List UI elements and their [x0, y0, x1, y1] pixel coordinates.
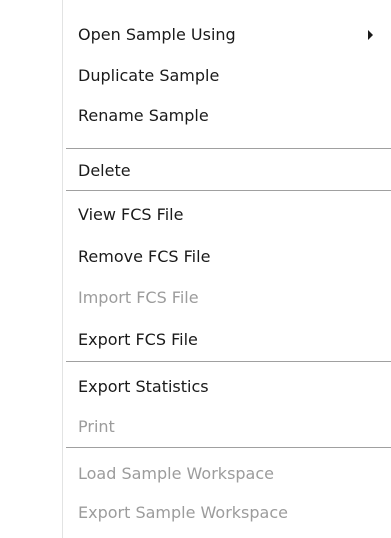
menu-item-label: Load Sample Workspace [78, 464, 274, 483]
menu-item-label: Export FCS File [78, 330, 198, 349]
menu-item-print[interactable]: Print [66, 410, 391, 444]
menu-item-label: Duplicate Sample [78, 66, 220, 85]
menu-item-label: View FCS File [78, 205, 184, 224]
menu-item-import-fcs-file[interactable]: Import FCS File [66, 281, 391, 315]
chevron-right-icon [368, 30, 373, 40]
menu-separator [66, 148, 391, 149]
menu-item-rename-sample[interactable]: Rename Sample [66, 99, 391, 133]
menu-item-remove-fcs-file[interactable]: Remove FCS File [66, 240, 391, 274]
menu-item-label: Export Sample Workspace [78, 503, 288, 522]
menu-item-export-sample-workspace[interactable]: Export Sample Workspace [66, 496, 391, 530]
icon-gutter-divider [62, 0, 63, 538]
menu-item-delete[interactable]: Delete [66, 154, 391, 188]
menu-item-label: Import FCS File [78, 288, 199, 307]
menu-item-label: Delete [78, 161, 131, 180]
menu-item-view-fcs-file[interactable]: View FCS File [66, 198, 391, 232]
menu-item-export-fcs-file[interactable]: Export FCS File [66, 323, 391, 357]
menu-item-label: Open Sample Using [78, 25, 236, 44]
menu-item-label: Export Statistics [78, 377, 209, 396]
context-menu: Open Sample Using Duplicate Sample Renam… [0, 0, 391, 538]
menu-separator [66, 361, 391, 362]
menu-item-label: Print [78, 417, 115, 436]
menu-separator [66, 190, 391, 191]
menu-item-open-sample-using[interactable]: Open Sample Using [66, 18, 391, 52]
menu-item-label: Rename Sample [78, 106, 209, 125]
menu-item-label: Remove FCS File [78, 247, 211, 266]
menu-item-load-sample-workspace[interactable]: Load Sample Workspace [66, 457, 391, 491]
menu-item-duplicate-sample[interactable]: Duplicate Sample [66, 59, 391, 93]
menu-item-export-statistics[interactable]: Export Statistics [66, 370, 391, 404]
menu-separator [66, 447, 391, 448]
